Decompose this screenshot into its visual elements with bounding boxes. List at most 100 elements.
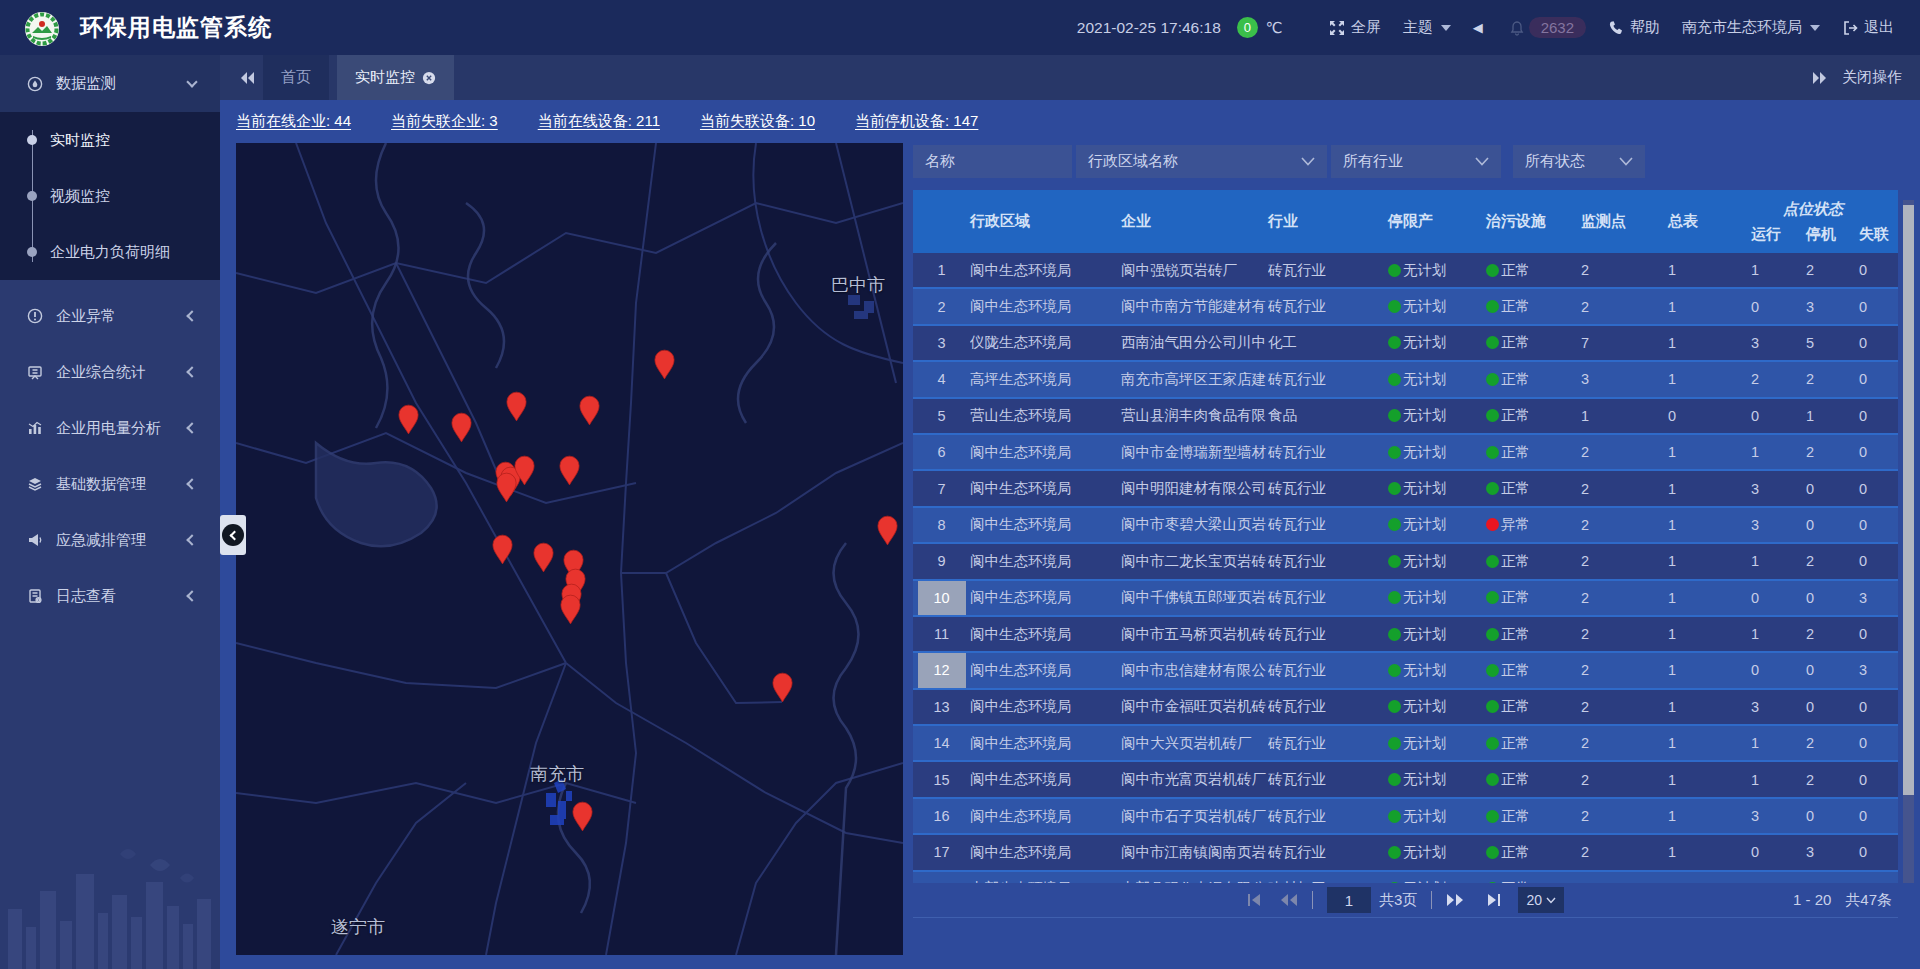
page-size-select[interactable]: 20 — [1518, 887, 1564, 913]
table-row[interactable]: 1阆中生态环境局阆中强锐页岩砖厂砖瓦行业无计划正常21120 — [913, 253, 1898, 289]
table-row[interactable]: 15阆中生态环境局阆中市光富页岩机砖厂砖瓦行业无计划正常21120 — [913, 762, 1898, 798]
table-row[interactable]: 12阆中生态环境局阆中市忠信建材有限公砖瓦行业无计划正常21003 — [913, 653, 1898, 689]
map-collapse-handle[interactable] — [220, 515, 246, 555]
table-row[interactable]: 8阆中生态环境局阆中市枣碧大梁山页岩砖瓦行业无计划异常21300 — [913, 508, 1898, 544]
map-pin[interactable] — [653, 349, 676, 380]
page-input[interactable]: 1 — [1327, 887, 1371, 913]
speaker-icon[interactable]: ◀ — [1473, 20, 1483, 35]
table-row[interactable]: 18南部生态环境局南部县砚化水泥有限公建材加工无计划正常62060 — [913, 872, 1898, 883]
status-dot-green — [1486, 628, 1499, 641]
table-row[interactable]: 11阆中生态环境局阆中市五马桥页岩机砖砖瓦行业无计划正常21120 — [913, 617, 1898, 653]
cell-run: 1 — [1748, 617, 1803, 651]
cell-ind: 砖瓦行业 — [1268, 435, 1388, 469]
close-operations-button[interactable]: 关闭操作 — [1842, 68, 1902, 87]
table-row[interactable]: 13阆中生态环境局阆中市金福旺页岩机砖砖瓦行业无计划正常21300 — [913, 690, 1898, 726]
table-row[interactable]: 2阆中生态环境局阆中市南方节能建材有砖瓦行业无计划正常21030 — [913, 289, 1898, 325]
row-number: 11 — [918, 617, 966, 651]
col-facility: 治污设施 — [1486, 190, 1578, 253]
col-total-meter: 总表 — [1665, 190, 1748, 253]
cell-stopm: 2 — [1803, 544, 1856, 578]
tabs-scroll-right-icon[interactable] — [1812, 70, 1828, 86]
map-pin[interactable] — [578, 395, 601, 426]
map-panel[interactable]: 巴中市南充市遂宁市 — [236, 143, 903, 955]
table-row[interactable]: 6阆中生态环境局阆中市金博瑞新型墙材砖瓦行业无计划正常21120 — [913, 435, 1898, 471]
table-row[interactable]: 16阆中生态环境局阆中市石子页岩机砖厂砖瓦行业无计划正常21300 — [913, 799, 1898, 835]
sidebar-item-company-abnormal[interactable]: 企业异常 — [0, 288, 220, 344]
map-pin[interactable] — [558, 455, 581, 486]
region-filter-select[interactable]: 行政区域名称 — [1076, 145, 1327, 178]
notification[interactable]: 2632 — [1509, 17, 1586, 38]
table-row[interactable]: 3仪陇生态环境局西南油气田分公司川中化工无计划正常71350 — [913, 326, 1898, 362]
table-row[interactable]: 7阆中生态环境局阆中明阳建材有限公司砖瓦行业无计划正常21300 — [913, 471, 1898, 507]
row-number: 9 — [918, 544, 966, 578]
table-row[interactable]: 14阆中生态环境局阆中大兴页岩机砖厂砖瓦行业无计划正常21120 — [913, 726, 1898, 762]
next-page-button[interactable] — [1446, 893, 1464, 907]
cell-num: 2 — [913, 289, 970, 323]
row-number: 12 — [918, 653, 966, 687]
map-pin[interactable] — [771, 672, 794, 703]
map-pin[interactable] — [571, 801, 594, 832]
theme-dropdown[interactable]: 主题 — [1403, 18, 1451, 37]
table-row[interactable]: 9阆中生态环境局阆中市二龙长宝页岩砖砖瓦行业无计划正常21120 — [913, 544, 1898, 580]
cell-stopm: 0 — [1803, 581, 1856, 615]
table-row[interactable]: 17阆中生态环境局阆中市江南镇阆南页岩砖瓦行业无计划正常21030 — [913, 835, 1898, 871]
sidebar-item-base-data[interactable]: 基础数据管理 — [0, 456, 220, 512]
sidebar-item-video-monitor[interactable]: 视频监控 — [0, 168, 220, 224]
help-button[interactable]: 帮助 — [1608, 18, 1660, 37]
sidebar-item-power-load-detail[interactable]: 企业电力负荷明细 — [0, 224, 220, 280]
cell-comp: 阆中市南方节能建材有 — [1121, 289, 1268, 323]
cell-run: 3 — [1748, 508, 1803, 542]
sidebar-item-logs[interactable]: 日志查看 — [0, 568, 220, 624]
map-pin[interactable] — [876, 515, 899, 546]
status-dot-green — [1486, 846, 1499, 859]
first-page-button[interactable] — [1246, 893, 1262, 907]
table-row[interactable]: 5营山生态环境局营山县润丰肉食品有限食品无计划正常10010 — [913, 399, 1898, 435]
map-pin[interactable] — [505, 391, 528, 422]
name-filter-input[interactable]: 名称 — [913, 145, 1072, 178]
map-pin[interactable] — [559, 594, 582, 625]
tab-realtime-monitor[interactable]: 实时监控 — [337, 55, 454, 100]
map-city-label: 巴中市 — [831, 273, 885, 297]
prev-page-button[interactable] — [1280, 893, 1298, 907]
tab-home[interactable]: 首页 — [263, 55, 329, 100]
map-pin[interactable] — [532, 542, 555, 573]
close-icon[interactable] — [422, 71, 436, 85]
scrollbar-thumb[interactable] — [1903, 205, 1914, 795]
fullscreen-button[interactable]: 全屏 — [1329, 18, 1381, 37]
cell-tot: 0 — [1665, 399, 1748, 433]
cell-ind: 砖瓦行业 — [1268, 253, 1388, 287]
cell-stop: 无计划 — [1388, 690, 1486, 724]
chevron-left-icon — [186, 422, 197, 433]
cell-ind: 砖瓦行业 — [1268, 726, 1388, 760]
table-row[interactable]: 10阆中生态环境局阆中千佛镇五郎垭页岩砖瓦行业无计划正常21003 — [913, 581, 1898, 617]
industry-filter-select[interactable]: 所有行业 — [1331, 145, 1501, 178]
cell-region: 阆中生态环境局 — [970, 762, 1121, 796]
caret-down-icon — [1810, 25, 1820, 31]
cell-comp: 阆中千佛镇五郎垭页岩 — [1121, 581, 1268, 615]
cell-ind: 砖瓦行业 — [1268, 471, 1388, 505]
row-number: 15 — [918, 762, 966, 796]
sidebar-item-data-monitor[interactable]: 数据监测 — [0, 55, 220, 112]
app-logo — [24, 11, 60, 47]
cell-run: 1 — [1748, 253, 1803, 287]
status-filter-select[interactable]: 所有状态 — [1513, 145, 1645, 178]
table-body: 1阆中生态环境局阆中强锐页岩砖厂砖瓦行业无计划正常211202阆中生态环境局阆中… — [913, 253, 1898, 883]
map-pin[interactable] — [495, 472, 518, 503]
map-pin[interactable] — [491, 534, 514, 565]
last-page-button[interactable] — [1486, 893, 1502, 907]
sidebar-item-realtime-monitor[interactable]: 实时监控 — [0, 112, 220, 168]
org-dropdown[interactable]: 南充市生态环境局 — [1682, 18, 1820, 37]
cell-lost: 0 — [1856, 289, 1898, 323]
table-row[interactable]: 4高坪生态环境局南充市高坪区王家店建砖瓦行业无计划正常31220 — [913, 362, 1898, 398]
tabs-scroll-left-icon[interactable] — [239, 70, 255, 86]
sidebar-item-power-analysis[interactable]: 企业用电量分析 — [0, 400, 220, 456]
logout-button[interactable]: 退出 — [1842, 18, 1894, 37]
sidebar-item-company-statistics[interactable]: 企业综合统计 — [0, 344, 220, 400]
status-dot-green — [1388, 518, 1401, 531]
sidebar-item-emergency[interactable]: 应急减排管理 — [0, 512, 220, 568]
cell-region: 阆中生态环境局 — [970, 508, 1121, 542]
map-pin[interactable] — [450, 412, 473, 443]
chevron-left-icon — [186, 478, 197, 489]
map-pin[interactable] — [397, 404, 420, 435]
cell-stopm: 2 — [1803, 435, 1856, 469]
